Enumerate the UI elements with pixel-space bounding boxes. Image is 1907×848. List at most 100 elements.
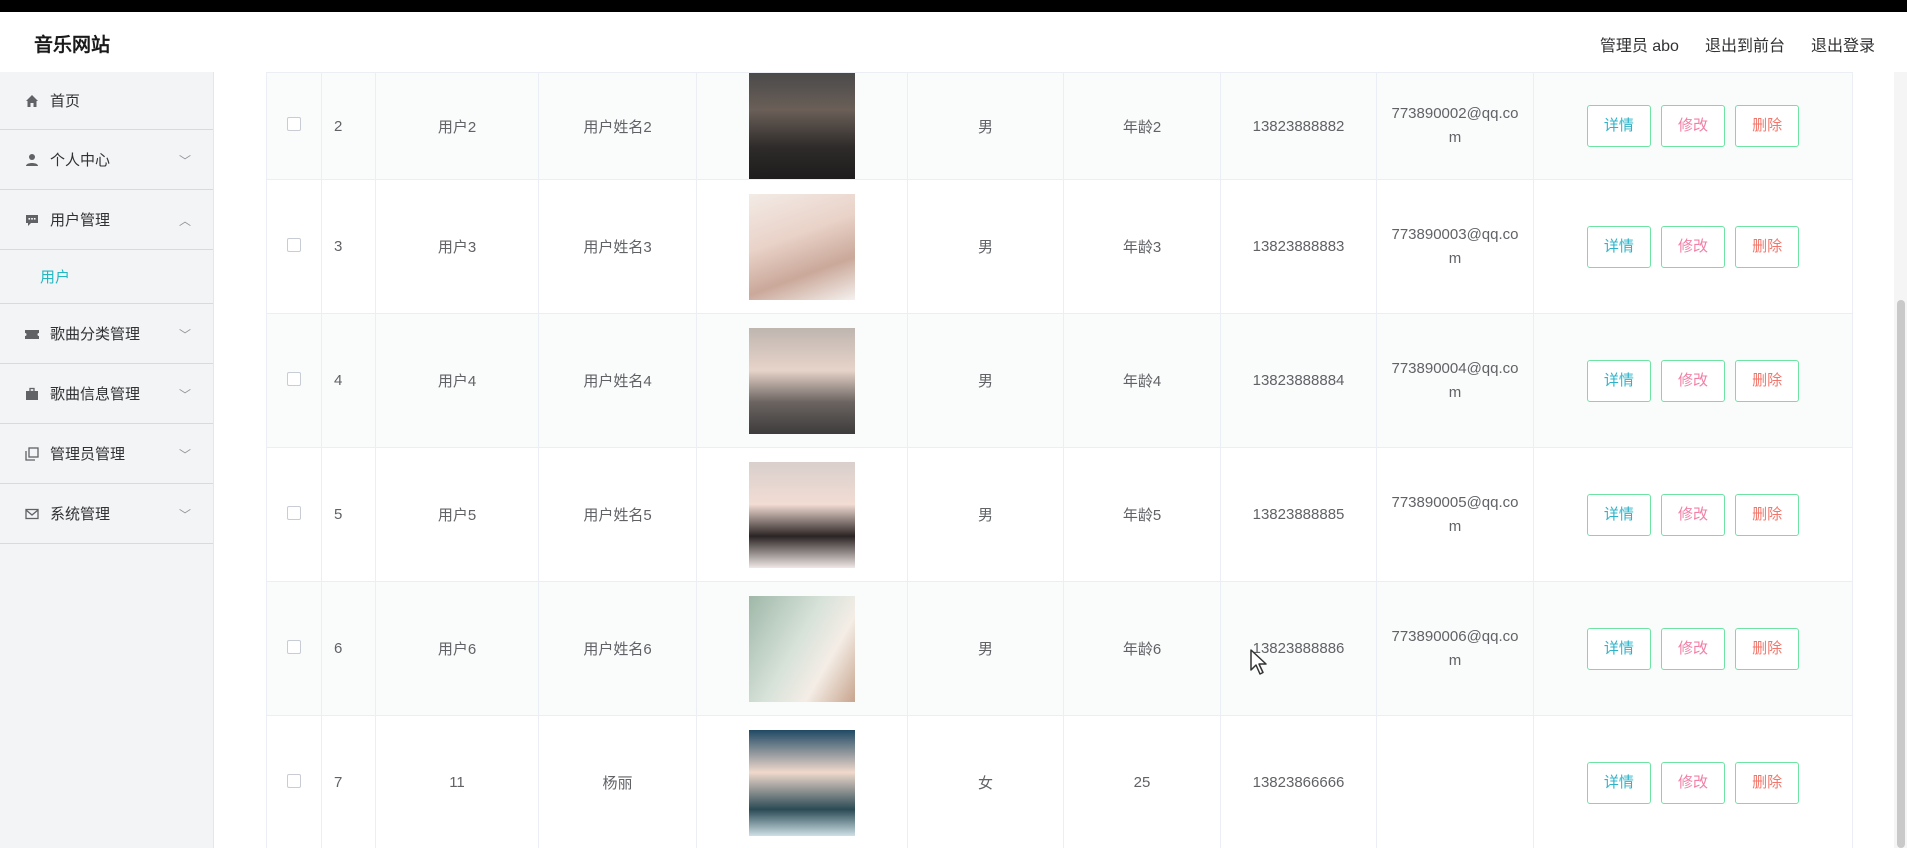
sidebar-item-label: 歌曲分类管理: [50, 326, 141, 343]
scrollbar-thumb[interactable]: [1897, 300, 1905, 848]
cell-photo: [696, 313, 908, 448]
delete-button[interactable]: 删除: [1735, 627, 1800, 670]
edit-button[interactable]: 修改: [1661, 493, 1725, 536]
exit-to-front-link[interactable]: 退出到前台: [1705, 32, 1785, 56]
cell-email: 773890004@qq.com: [1376, 313, 1534, 448]
sidebar-item-label: 系统管理: [50, 506, 111, 523]
cell-photo: [696, 72, 908, 180]
email-text: 773890004@qq.com: [1391, 359, 1519, 401]
top-black-bar: [0, 0, 1907, 12]
user-photo: [749, 327, 855, 434]
sidebar-subitem-users[interactable]: 用户: [0, 250, 213, 304]
logout-link[interactable]: 退出登录: [1811, 32, 1875, 56]
row-checkbox[interactable]: [287, 117, 301, 131]
edit-button[interactable]: 修改: [1661, 627, 1725, 670]
row-index: 5: [321, 447, 376, 582]
row-checkbox[interactable]: [287, 237, 301, 252]
user-photo: [749, 461, 855, 568]
delete-button[interactable]: 删除: [1735, 225, 1800, 268]
sidebar-item-system-management[interactable]: 系统管理 ﹀: [0, 484, 213, 544]
table-row: 4 用户4 用户姓名4 男 年龄4 13823888884 773890004@…: [266, 313, 1853, 448]
cell-name: 用户姓名4: [538, 313, 697, 448]
detail-button[interactable]: 详情: [1586, 493, 1651, 536]
detail-button[interactable]: 详情: [1586, 627, 1651, 670]
delete-button[interactable]: 删除: [1735, 359, 1800, 402]
detail-button[interactable]: 详情: [1586, 359, 1651, 402]
cell-account: 用户4: [375, 313, 539, 448]
cell-email: [1376, 715, 1534, 848]
cell-gender: 男: [907, 447, 1064, 582]
sidebar-item-label: 个人中心: [50, 152, 111, 169]
sidebar-item-admin-management[interactable]: 管理员管理 ﹀: [0, 424, 213, 484]
chevron-down-icon: ﹀: [178, 508, 191, 522]
delete-button[interactable]: 删除: [1735, 761, 1800, 804]
cell-name: 用户姓名5: [538, 447, 697, 582]
row-select-cell: [266, 715, 322, 848]
row-index: 6: [321, 581, 376, 716]
delete-button[interactable]: 删除: [1735, 493, 1800, 536]
edit-button[interactable]: 修改: [1661, 105, 1725, 147]
cell-age: 年龄6: [1063, 581, 1221, 716]
cell-phone: 13823866666: [1220, 715, 1377, 848]
table-row: 2 用户2 用户姓名2 男 年龄2 13823888882 773890002@…: [266, 72, 1853, 180]
table-row: 3 用户3 用户姓名3 男 年龄3 13823888883 773890003@…: [266, 179, 1853, 314]
home-icon: [24, 93, 40, 109]
cell-phone: 13823888883: [1220, 179, 1377, 314]
chat-icon: [24, 212, 40, 228]
row-index: 2: [321, 72, 376, 180]
row-index: 7: [321, 715, 376, 848]
cell-account: 用户2: [375, 72, 539, 180]
sidebar-item-profile[interactable]: 个人中心 ﹀: [0, 130, 213, 190]
site-logo: 音乐网站: [34, 35, 111, 56]
row-index: 3: [321, 179, 376, 314]
chevron-down-icon: ﹀: [178, 388, 191, 402]
edit-button[interactable]: 修改: [1661, 225, 1725, 268]
ticket-icon: [24, 326, 40, 342]
sidebar-item-user-management[interactable]: 用户管理 ︿: [0, 190, 213, 250]
row-index: 4: [321, 313, 376, 448]
cell-gender: 男: [907, 313, 1064, 448]
cell-name: 用户姓名3: [538, 179, 697, 314]
briefcase-icon: [24, 386, 40, 402]
sidebar-item-home[interactable]: 首页: [0, 72, 213, 130]
cell-name: 用户姓名6: [538, 581, 697, 716]
cell-actions: 详情 修改 删除: [1533, 581, 1853, 716]
cell-age: 年龄2: [1063, 72, 1221, 180]
edit-button[interactable]: 修改: [1661, 761, 1725, 804]
sidebar-item-label: 首页: [50, 93, 81, 110]
cell-account: 用户3: [375, 179, 539, 314]
email-text: 773890005@qq.com: [1391, 493, 1519, 535]
table-row: 7 11 杨丽 女 25 13823866666 详情 修改 删除: [266, 715, 1853, 848]
edit-button[interactable]: 修改: [1661, 359, 1725, 402]
row-checkbox[interactable]: [287, 505, 301, 520]
cell-phone: 13823888884: [1220, 313, 1377, 448]
sidebar-item-song-category[interactable]: 歌曲分类管理 ﹀: [0, 304, 213, 364]
cell-photo: [696, 179, 908, 314]
cell-name: 用户姓名2: [538, 72, 697, 180]
cell-photo: [696, 715, 908, 848]
cell-account: 用户5: [375, 447, 539, 582]
sidebar-item-label: 管理员管理: [50, 446, 126, 463]
table-row: 5 用户5 用户姓名5 男 年龄5 13823888885 773890005@…: [266, 447, 1853, 582]
cell-email: 773890003@qq.com: [1376, 179, 1534, 314]
detail-button[interactable]: 详情: [1586, 225, 1651, 268]
detail-button[interactable]: 详情: [1586, 105, 1651, 147]
cell-actions: 详情 修改 删除: [1533, 715, 1853, 848]
row-checkbox[interactable]: [287, 773, 301, 788]
user-photo: [749, 193, 855, 300]
row-select-cell: [266, 447, 322, 582]
sidebar-item-label: 用户管理: [50, 212, 111, 229]
row-checkbox[interactable]: [287, 639, 301, 654]
sidebar-item-label: 歌曲信息管理: [50, 386, 141, 403]
user-icon: [24, 152, 40, 168]
sidebar-item-song-info[interactable]: 歌曲信息管理 ﹀: [0, 364, 213, 424]
delete-button[interactable]: 删除: [1735, 105, 1800, 147]
row-checkbox[interactable]: [287, 371, 301, 386]
cell-actions: 详情 修改 删除: [1533, 72, 1853, 180]
cell-gender: 女: [907, 715, 1064, 848]
copy-icon: [24, 446, 40, 462]
detail-button[interactable]: 详情: [1586, 761, 1651, 804]
user-photo: [749, 73, 855, 179]
cell-email: 773890005@qq.com: [1376, 447, 1534, 582]
sidebar: 首页 个人中心 ﹀ 用户管理 ︿ 用户 歌曲分类管理 ﹀ 歌曲信息管理 ﹀ 管理…: [0, 72, 214, 848]
